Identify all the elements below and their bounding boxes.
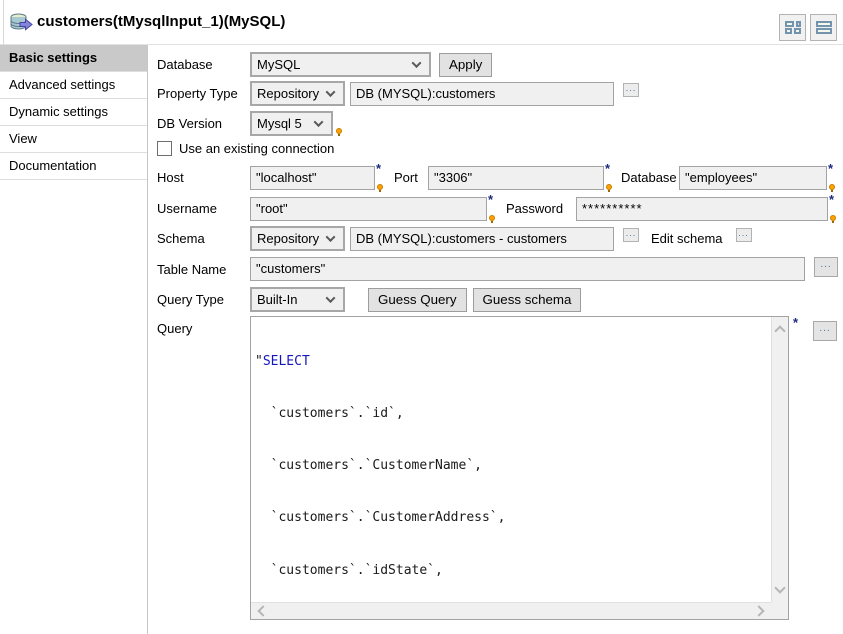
table-name-row: Table Name "customers"	[157, 257, 805, 281]
query-type-dropdown-value: Built-In	[257, 292, 297, 307]
property-browse-button[interactable]: ...	[623, 83, 639, 97]
scroll-left-icon[interactable]	[257, 605, 268, 616]
username-field[interactable]: "root"	[250, 197, 487, 221]
host-required-marker: *	[376, 164, 386, 191]
query-type-label: Query Type	[157, 292, 250, 307]
property-type-dropdown[interactable]: Repository	[250, 81, 345, 106]
hint-bulb-icon	[829, 184, 835, 190]
query-type-dropdown[interactable]: Built-In	[250, 287, 345, 312]
layout-toggle-group	[779, 14, 837, 41]
existing-connection-checkbox[interactable]	[157, 141, 172, 156]
sidebar-item-advanced-settings[interactable]: Advanced settings	[0, 72, 147, 99]
page-title: customers(tMysqlInput_1)(MySQL)	[37, 13, 285, 30]
hint-bulb-icon	[489, 215, 495, 221]
rows-layout-button[interactable]	[810, 14, 837, 41]
schema-dropdown[interactable]: Repository	[250, 226, 345, 251]
password-field[interactable]: **********	[576, 197, 828, 221]
query-editor[interactable]: "SELECT `customers`.`id`, `customers`.`C…	[250, 316, 789, 620]
db-version-label: DB Version	[157, 116, 250, 131]
scroll-right-icon[interactable]	[753, 605, 764, 616]
database-row: Database MySQL Apply	[157, 52, 492, 77]
edit-schema-label: Edit schema	[651, 231, 723, 246]
basic-settings-panel: Database MySQL Apply Property Type Repos…	[149, 45, 843, 634]
rows-layout-icon	[816, 21, 832, 34]
hint-bulb-icon	[830, 215, 836, 221]
scroll-up-icon[interactable]	[774, 325, 785, 336]
guess-query-button[interactable]: Guess Query	[368, 288, 467, 312]
table-name-browse-button[interactable]: ...	[814, 257, 838, 277]
table-name-field[interactable]: "customers"	[250, 257, 805, 281]
query-browse-button[interactable]: ...	[813, 321, 837, 341]
host-label: Host	[157, 170, 250, 185]
port-label: Port	[394, 170, 424, 185]
property-repository-field[interactable]: DB (MYSQL):customers	[350, 82, 614, 106]
sidebar-item-basic-settings[interactable]: Basic settings	[0, 45, 147, 72]
existing-connection-label: Use an existing connection	[179, 141, 334, 156]
db-version-dropdown-value: Mysql 5	[257, 116, 302, 131]
username-required-marker: *	[488, 195, 498, 222]
property-type-dropdown-value: Repository	[257, 86, 319, 101]
schema-row: Schema Repository DB (MYSQL):customers -…	[157, 226, 752, 251]
schema-dropdown-value: Repository	[257, 231, 319, 246]
table-name-label: Table Name	[157, 262, 250, 277]
hint-bulb-icon	[606, 184, 612, 190]
database-name-label: Database	[621, 170, 677, 185]
database-dropdown-value: MySQL	[257, 57, 300, 72]
scrollbar-corner	[771, 602, 788, 619]
sidebar-item-documentation[interactable]: Documentation	[0, 153, 147, 180]
port-field[interactable]: "3306"	[428, 166, 604, 190]
query-sql-text[interactable]: "SELECT `customers`.`id`, `customers`.`C…	[251, 317, 771, 602]
grid-layout-button[interactable]	[779, 14, 806, 41]
database-required-marker: *	[828, 164, 838, 191]
component-settings-window: customers(tMysqlInput_1)(MySQL) Basic se…	[0, 0, 843, 634]
db-version-dropdown[interactable]: Mysql 5	[250, 111, 333, 136]
chevron-down-icon	[412, 58, 422, 68]
database-name-field[interactable]: "employees"	[679, 166, 827, 190]
property-type-row: Property Type Repository DB (MYSQL):cust…	[157, 81, 639, 106]
host-row: Host "localhost" * Port "3306" * Databas…	[157, 164, 838, 191]
existing-connection-row: Use an existing connection	[157, 141, 334, 156]
view-edge-divider	[3, 0, 4, 45]
query-label: Query	[157, 321, 192, 336]
hint-bulb-icon	[377, 184, 383, 190]
query-type-row: Query Type Built-In Guess Query Guess sc…	[157, 287, 581, 312]
settings-sidebar: Basic settings Advanced settings Dynamic…	[0, 45, 148, 634]
query-horizontal-scrollbar[interactable]	[251, 602, 771, 619]
query-vertical-scrollbar[interactable]	[771, 317, 788, 602]
sidebar-item-dynamic-settings[interactable]: Dynamic settings	[0, 99, 147, 126]
chevron-down-icon	[314, 117, 324, 127]
header: customers(tMysqlInput_1)(MySQL)	[0, 0, 843, 45]
scroll-down-icon[interactable]	[774, 582, 785, 593]
property-type-label: Property Type	[157, 86, 250, 101]
password-label: Password	[506, 201, 572, 216]
chevron-down-icon	[326, 293, 336, 303]
sidebar-item-view[interactable]: View	[0, 126, 147, 153]
port-required-marker: *	[605, 164, 615, 191]
guess-schema-button[interactable]: Guess schema	[473, 288, 582, 312]
schema-repository-field[interactable]: DB (MYSQL):customers - customers	[350, 227, 614, 251]
grid-layout-icon	[785, 21, 801, 34]
database-dropdown[interactable]: MySQL	[250, 52, 431, 77]
chevron-down-icon	[326, 232, 336, 242]
schema-label: Schema	[157, 231, 250, 246]
chevron-down-icon	[326, 87, 336, 97]
password-required-marker: *	[829, 195, 839, 222]
query-required-marker: *	[793, 318, 798, 328]
hint-bulb-icon	[336, 128, 342, 134]
username-label: Username	[157, 201, 250, 216]
database-label: Database	[157, 57, 250, 72]
host-field[interactable]: "localhost"	[250, 166, 375, 190]
mysql-input-component-icon	[9, 13, 33, 36]
db-version-row: DB Version Mysql 5	[157, 111, 342, 136]
edit-schema-browse-button[interactable]: ...	[736, 228, 752, 242]
username-row: Username "root" * Password ********** *	[157, 195, 839, 222]
apply-button[interactable]: Apply	[439, 53, 492, 77]
schema-browse-button[interactable]: ...	[623, 228, 639, 242]
